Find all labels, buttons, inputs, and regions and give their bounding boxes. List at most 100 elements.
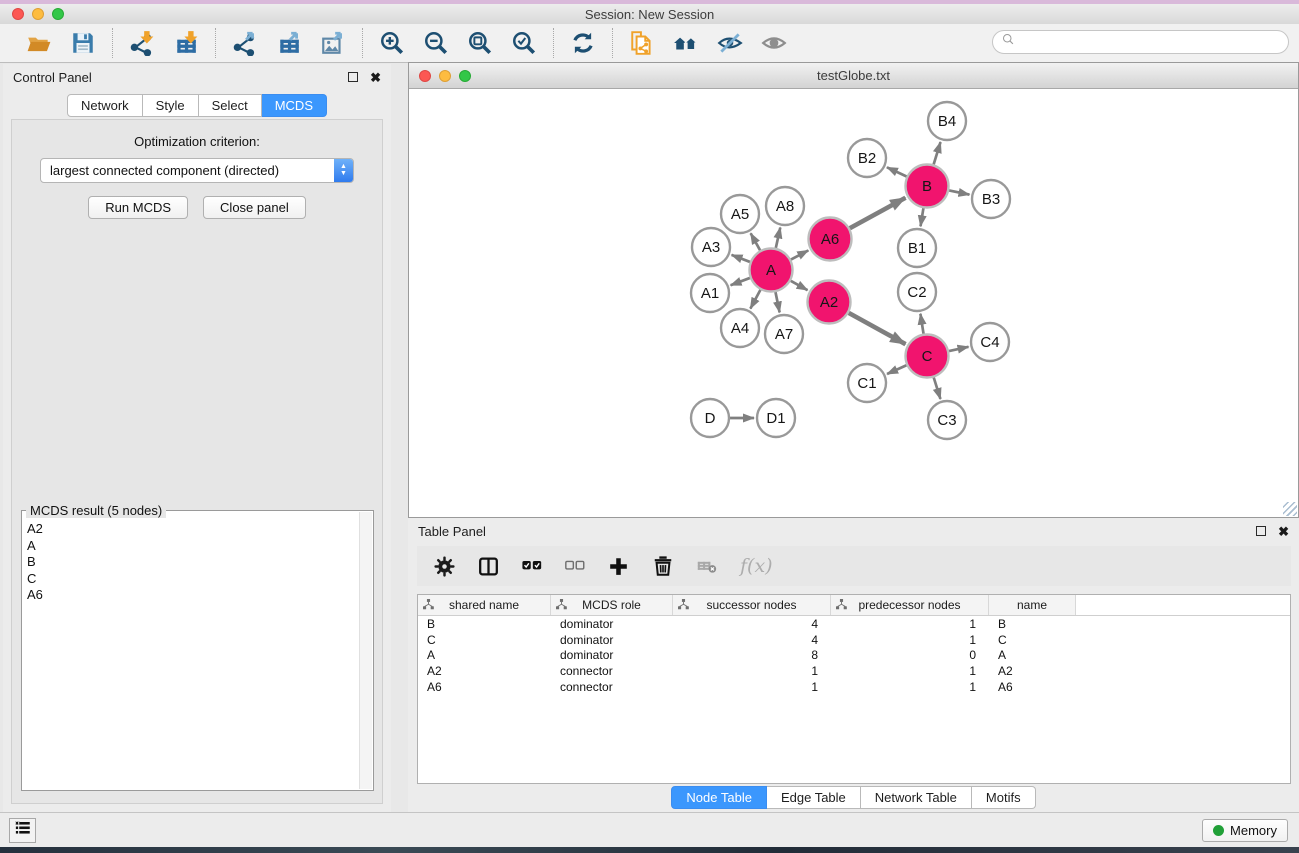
tab-style[interactable]: Style [143,94,199,117]
graph-node-d[interactable]: D [691,399,729,437]
float-table-panel-icon[interactable] [1256,526,1266,536]
graph-node-b[interactable]: B [906,165,949,208]
close-panel-icon[interactable]: ✖ [370,71,381,84]
tab-edge-table[interactable]: Edge Table [767,786,861,809]
graph-node-a5[interactable]: A5 [721,195,759,233]
network-close-button[interactable] [419,70,431,82]
graph-node-c1[interactable]: C1 [848,364,886,402]
graph-node-c4[interactable]: C4 [971,323,1009,361]
clone-network-icon[interactable] [625,27,659,59]
zoom-selected-icon[interactable] [507,27,541,59]
settings-gear-icon[interactable] [434,556,455,577]
graph-node-a[interactable]: A [750,249,793,292]
close-window-button[interactable] [12,8,24,20]
optimization-criterion-dropdown[interactable]: largest connected component (directed) ▲… [40,158,354,183]
graph-edge[interactable] [921,208,924,226]
graph-edge[interactable] [732,255,750,262]
open-session-icon[interactable] [22,27,56,59]
graph-edge[interactable] [949,347,969,351]
graph-edge[interactable] [750,290,760,309]
import-table-icon[interactable] [169,27,203,59]
export-network-icon[interactable] [228,27,262,59]
column-header-successor_nodes[interactable]: successor nodes [673,595,831,615]
import-network-icon[interactable] [125,27,159,59]
graph-edge[interactable] [887,365,906,374]
graph-node-b2[interactable]: B2 [848,139,886,177]
graph-node-a4[interactable]: A4 [721,309,759,347]
graph-edge[interactable] [887,167,907,176]
graph-node-a3[interactable]: A3 [692,228,730,266]
network-window-titlebar[interactable]: testGlobe.txt [409,63,1298,89]
function-builder-icon[interactable]: f(x) [740,555,773,577]
graph-edge[interactable] [775,292,779,312]
graph-node-b4[interactable]: B4 [928,102,966,140]
result-scrollbar[interactable] [359,512,372,789]
graph-node-a2[interactable]: A2 [808,281,851,324]
column-header-name[interactable]: name [989,595,1076,615]
graph-edge[interactable] [949,190,969,194]
mcds-result-item[interactable]: A6 [27,587,367,604]
graph-edge[interactable] [850,198,906,228]
column-header-mcds_role[interactable]: MCDS role [551,595,673,615]
home-network-icon[interactable] [669,27,703,59]
close-panel-button[interactable]: Close panel [203,196,306,219]
run-mcds-button[interactable]: Run MCDS [88,196,188,219]
resize-grip-icon[interactable] [1283,502,1297,516]
minimize-window-button[interactable] [32,8,44,20]
zoom-in-icon[interactable] [375,27,409,59]
export-image-icon[interactable] [316,27,350,59]
network-maximize-button[interactable] [459,70,471,82]
network-canvas[interactable]: B4B2BB3A8A5A6A3B1AC2A1A2A4A7C4CC1DD1C3 [409,89,1298,517]
table-row[interactable]: A6connector11A6 [418,679,1290,695]
search-box[interactable] [992,30,1289,54]
graph-node-a7[interactable]: A7 [765,315,803,353]
export-table-icon[interactable] [272,27,306,59]
float-panel-icon[interactable] [348,72,358,82]
graph-node-b3[interactable]: B3 [972,180,1010,218]
memory-button[interactable]: Memory [1202,819,1288,842]
graph-edge[interactable] [731,278,750,285]
tab-motifs[interactable]: Motifs [972,786,1036,809]
graph-node-c[interactable]: C [906,335,949,378]
graph-edge[interactable] [751,233,760,250]
table-row[interactable]: Adominator80A [418,648,1290,664]
graph-node-c2[interactable]: C2 [898,273,936,311]
hide-selected-icon[interactable] [713,27,747,59]
app-titlebar[interactable]: Session: New Session [0,4,1299,24]
mcds-result-item[interactable]: C [27,571,367,588]
graph-node-a1[interactable]: A1 [691,274,729,312]
column-header-shared_name[interactable]: shared name [418,595,551,615]
save-session-icon[interactable] [66,27,100,59]
tab-mcds[interactable]: MCDS [262,94,327,117]
mcds-result-item[interactable]: A2 [27,521,367,538]
refresh-layout-icon[interactable] [566,27,600,59]
zoom-out-icon[interactable] [419,27,453,59]
network-minimize-button[interactable] [439,70,451,82]
close-table-panel-icon[interactable]: ✖ [1278,525,1289,538]
graph-edge[interactable] [934,377,941,399]
table-row[interactable]: Bdominator41B [418,616,1290,632]
column-header-predecessor_nodes[interactable]: predecessor nodes [831,595,989,615]
tab-node-table[interactable]: Node Table [671,786,767,809]
tab-network[interactable]: Network [67,94,143,117]
add-column-icon[interactable] [608,556,629,577]
graph-edge[interactable] [920,314,923,334]
graph-edge[interactable] [791,281,808,290]
graph-edge[interactable] [791,250,808,259]
mcds-result-item[interactable]: A [27,538,367,555]
graph-node-a8[interactable]: A8 [766,187,804,225]
graph-node-a6[interactable]: A6 [809,218,852,261]
maximize-window-button[interactable] [52,8,64,20]
tab-select[interactable]: Select [199,94,262,117]
table-row[interactable]: A2connector11A2 [418,663,1290,679]
show-all-icon[interactable] [757,27,791,59]
table-row[interactable]: Cdominator41C [418,632,1290,648]
graph-edge[interactable] [849,313,906,344]
graph-node-c3[interactable]: C3 [928,401,966,439]
tab-network-table[interactable]: Network Table [861,786,972,809]
deselect-all-rows-icon[interactable] [565,556,585,576]
delete-column-icon[interactable] [652,555,674,577]
delete-table-icon[interactable] [697,556,717,576]
search-input[interactable] [1016,35,1288,50]
mcds-result-item[interactable]: B [27,554,367,571]
